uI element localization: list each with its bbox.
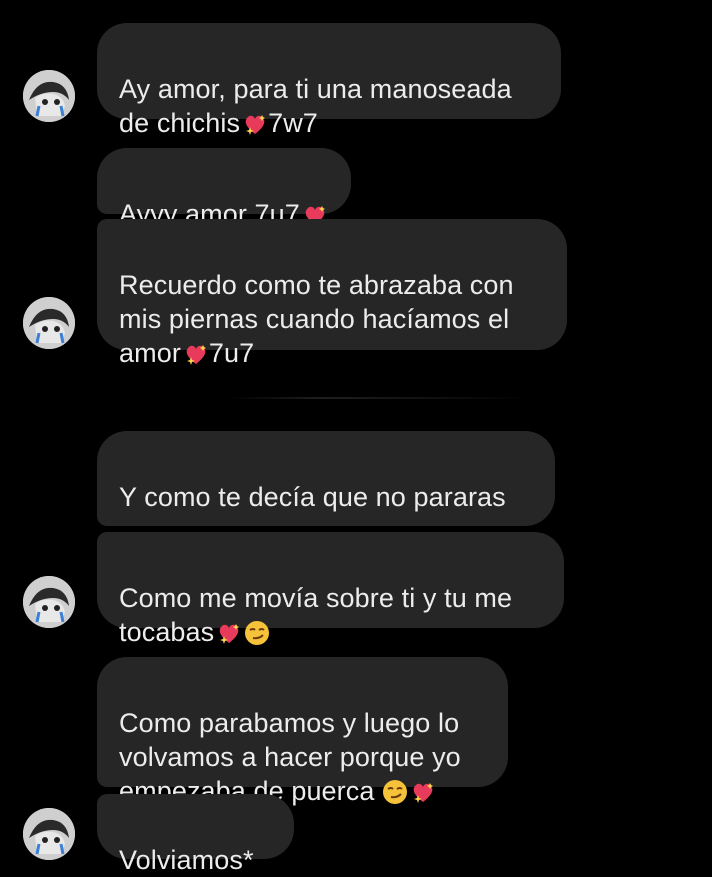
- smirking-face-icon: [382, 779, 408, 805]
- message-text: Y como te decía que no pararas: [119, 482, 506, 512]
- sparkling-heart-icon: [242, 111, 268, 137]
- sparkling-heart-icon: [216, 620, 242, 646]
- message-bubble[interactable]: Como parabamos y luego lo volvamos a hac…: [97, 657, 508, 806]
- avatar[interactable]: [23, 808, 75, 860]
- avatar[interactable]: [23, 297, 75, 349]
- message-bubble[interactable]: Ay amor, para ti una manoseada de chichi…: [97, 23, 561, 138]
- message-bubble[interactable]: Ayyy amor 7u7: [97, 148, 351, 229]
- avatar-icon: [23, 297, 75, 349]
- sparkling-heart-icon: [183, 341, 209, 367]
- message-text: Recuerdo como te abrazaba con mis pierna…: [119, 270, 514, 368]
- avatar-icon: [23, 576, 75, 628]
- avatar-icon: [23, 808, 75, 860]
- message-suffix: 7u7: [208, 338, 255, 368]
- divider: [230, 397, 530, 399]
- message-text: Como me movía sobre ti y tu me tocabas: [119, 583, 513, 647]
- avatar[interactable]: [23, 576, 75, 628]
- avatar[interactable]: [23, 70, 75, 122]
- message-bubble[interactable]: Y como te decía que no pararas: [97, 431, 555, 578]
- message-text: Volviamos*: [119, 845, 254, 875]
- message-suffix: 7w7: [268, 108, 318, 138]
- message-bubble[interactable]: Como me movía sobre ti y tu me tocabas: [97, 532, 564, 647]
- message-bubble[interactable]: Recuerdo como te abrazaba con mis pierna…: [97, 219, 567, 368]
- sparkling-heart-icon: [410, 779, 436, 805]
- smirking-face-icon: [244, 620, 270, 646]
- message-bubble[interactable]: Volviamos*: [97, 794, 294, 875]
- chat-thread: Ay amor, para ti una manoseada de chichi…: [0, 0, 712, 876]
- avatar-icon: [23, 70, 75, 122]
